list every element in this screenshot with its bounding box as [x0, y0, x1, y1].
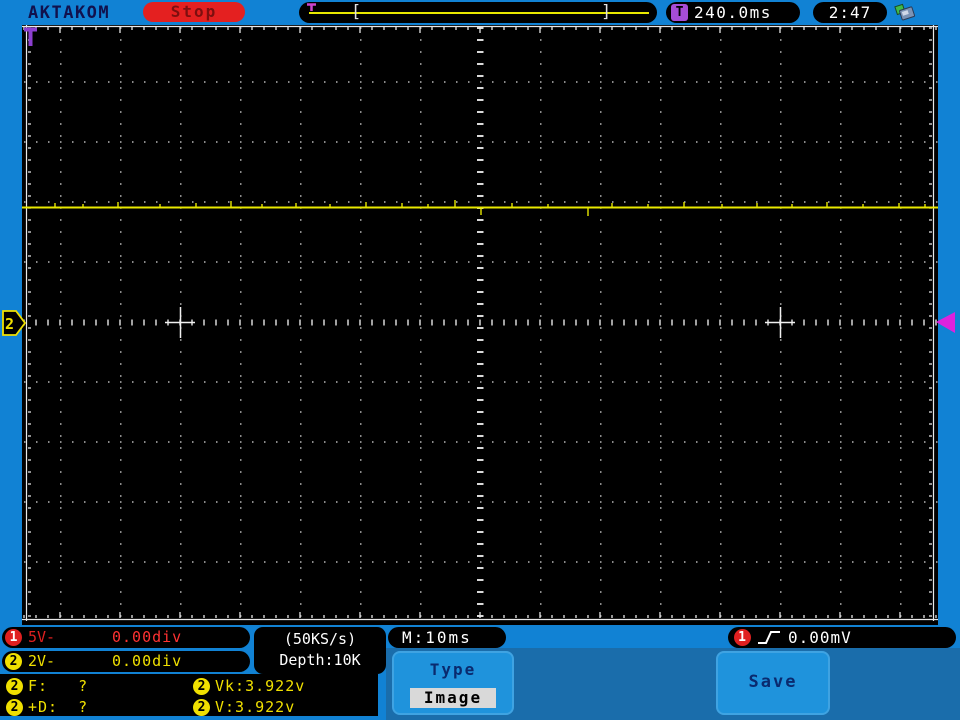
rising-edge-icon — [758, 631, 780, 644]
usb-disk-icon — [894, 3, 916, 21]
measurement-item-frequency: 2 F: ? — [6, 676, 186, 697]
ch1-badge: 1 — [5, 629, 22, 646]
ch2-readout: 2 2V- 0.00div — [2, 651, 250, 672]
trigger-position-marker-icon — [307, 3, 316, 11]
measurements-panel: 2 F: ? 2 Vk:3.922v 2 +D: ? 2 V:3.922v — [0, 674, 378, 716]
measurement-value: F: ? — [28, 677, 89, 695]
trigger-level-arrow-icon — [936, 312, 955, 333]
oscilloscope-display: 2 AKTAKOM Stop [ ] T 240.0ms 2:47 1 5V- … — [0, 0, 960, 720]
timebase-readout: M:10ms — [388, 627, 506, 648]
measurement-value: Vk:3.922v — [215, 677, 306, 695]
trigger-level-value: 0.00mV — [788, 628, 852, 647]
ch1-position: 0.00div — [112, 628, 183, 646]
run-status-label: Stop — [170, 2, 218, 21]
clock-value: 2:47 — [828, 3, 872, 22]
sample-rate-value: (50KS/s) — [283, 630, 357, 648]
save-button[interactable]: Save — [716, 651, 830, 715]
ch2-badge: 2 — [5, 653, 22, 670]
measurement-channel-badge: 2 — [6, 678, 23, 695]
measurement-channel-badge: 2 — [6, 699, 23, 716]
run-status-badge: Stop — [143, 2, 245, 22]
trigger-t-icon: T — [671, 4, 688, 21]
measurement-channel-badge: 2 — [193, 678, 210, 695]
trigger-delay-readout: T 240.0ms — [666, 2, 800, 23]
ch1-scale: 5V- — [28, 628, 56, 646]
measurement-item-vk: 2 Vk:3.922v — [193, 676, 373, 697]
ch2-scale: 2V- — [28, 652, 56, 670]
window-left-bracket: [ — [351, 2, 362, 22]
type-menu-selected-value[interactable]: Image — [410, 688, 496, 708]
trigger-delay-value: 240.0ms — [694, 3, 772, 22]
trigger-level-readout: 1 0.00mV — [728, 627, 956, 648]
trigger-position-bar: [ ] — [299, 2, 657, 23]
memory-depth-value: Depth:10K — [279, 651, 361, 669]
brand-logo: AKTAKOM — [28, 3, 111, 23]
type-menu-label: Type — [429, 660, 477, 679]
timebase-value: M:10ms — [402, 628, 472, 647]
type-menu-item[interactable]: Type Image — [392, 651, 514, 715]
waveform-display: 2 — [2, 25, 955, 625]
clock-readout: 2:47 — [813, 2, 887, 23]
measurement-item-duty: 2 +D: ? — [6, 697, 186, 718]
window-right-bracket: ] — [601, 2, 612, 22]
ch1-readout: 1 5V- 0.00div — [2, 627, 250, 648]
measurement-value: +D: ? — [28, 698, 89, 716]
trigger-source-badge: 1 — [734, 629, 751, 646]
ch2-level-marker-label: 2 — [5, 315, 14, 333]
measurement-channel-badge: 2 — [193, 699, 210, 716]
measurement-value: V:3.922v — [215, 698, 296, 716]
ch2-position: 0.00div — [112, 652, 183, 670]
acquisition-readout: (50KS/s) Depth:10K — [254, 627, 386, 674]
measurement-item-v: 2 V:3.922v — [193, 697, 373, 718]
